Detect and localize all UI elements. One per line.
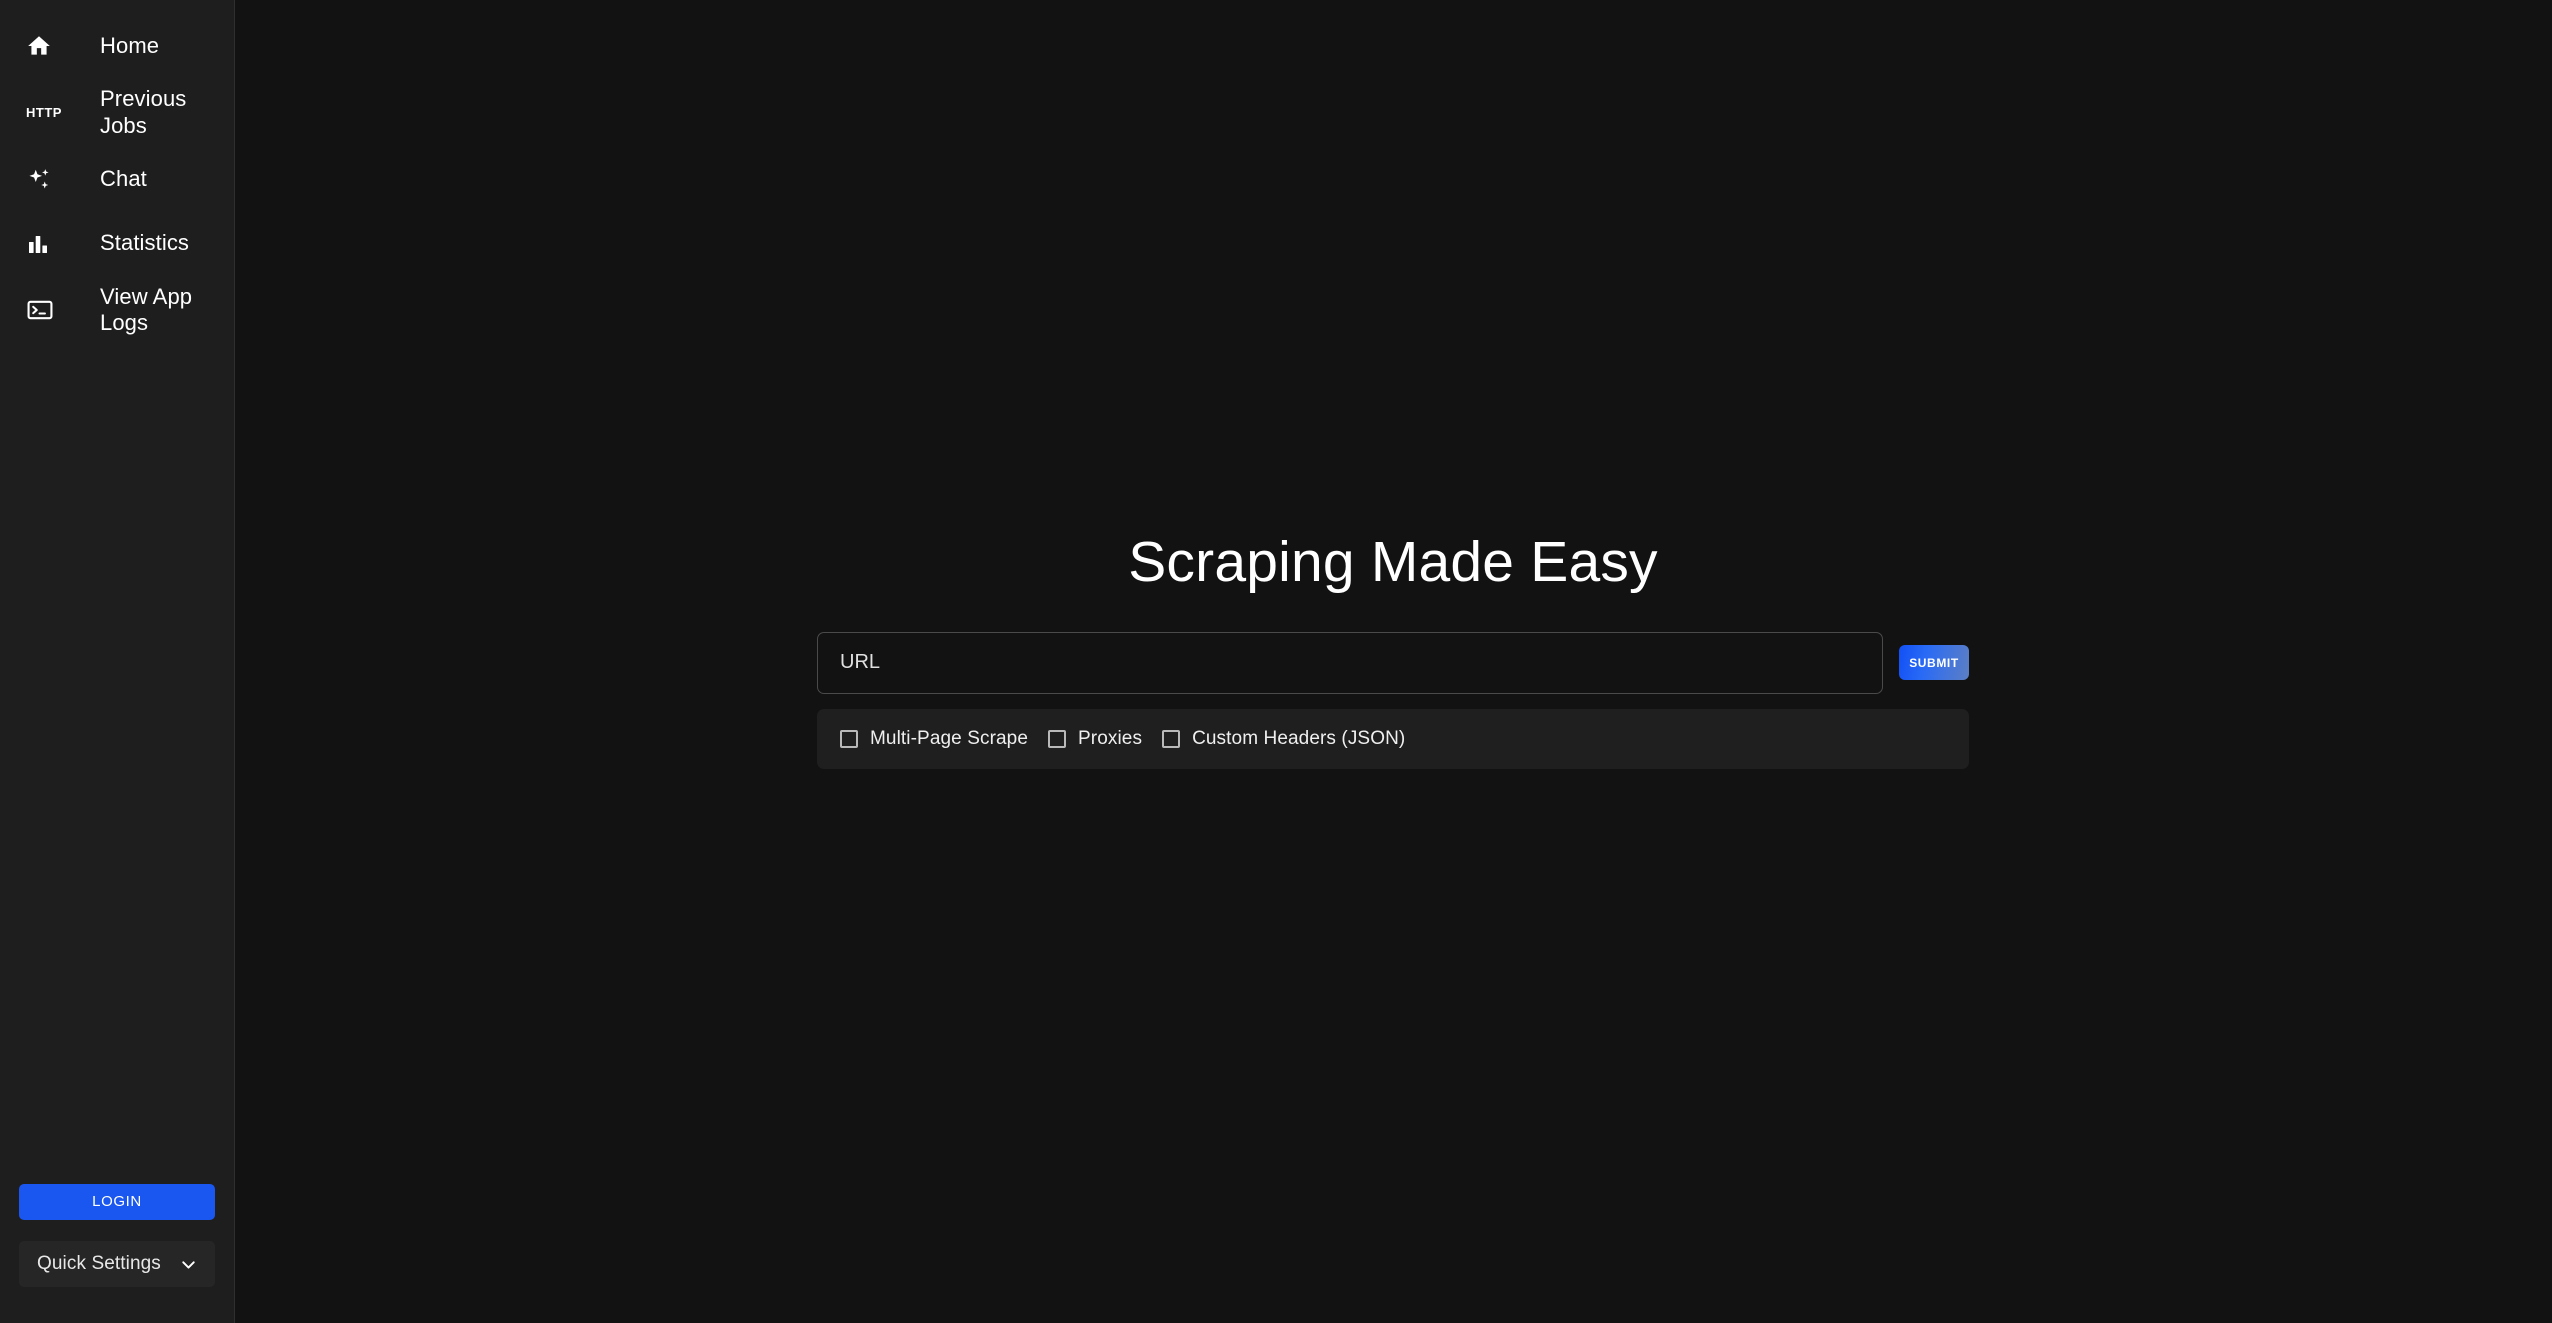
scrape-options-bar: Multi-Page Scrape Proxies Custom Headers… (817, 708, 1969, 769)
hero-section: Scraping Made Easy SUBMIT Multi-Page Scr… (817, 530, 1969, 769)
home-icon (26, 33, 82, 59)
option-custom-headers[interactable]: Custom Headers (JSON) (1152, 728, 1415, 750)
http-icon-text: HTTP (26, 105, 62, 121)
sidebar-item-label: Previous Jobs (100, 86, 187, 138)
sparkles-icon (26, 167, 82, 193)
login-button[interactable]: LOGIN (19, 1184, 215, 1220)
option-proxies[interactable]: Proxies (1038, 728, 1152, 750)
checkbox-multi-page-scrape[interactable] (840, 729, 858, 748)
sidebar-item-label: Chat (100, 166, 147, 192)
sidebar: Home HTTP Previous Jobs Chat Statistics … (0, 0, 235, 1323)
url-input[interactable] (817, 631, 1883, 694)
quick-settings-label: Quick Settings (37, 1253, 161, 1274)
checkbox-proxies[interactable] (1048, 729, 1066, 748)
checkbox-custom-headers[interactable] (1162, 729, 1181, 748)
sidebar-nav-list: Home HTTP Previous Jobs Chat Statistics … (0, 0, 234, 345)
sidebar-item-label: Home (100, 32, 160, 58)
sidebar-item-label: View App Logs (100, 283, 193, 336)
bar-chart-icon (26, 232, 82, 256)
app-root: Home HTTP Previous Jobs Chat Statistics … (0, 0, 2552, 1323)
terminal-icon (26, 296, 82, 324)
sidebar-item-view-app-logs[interactable]: View App Logs (0, 276, 234, 346)
option-label: Multi-Page Scrape (870, 727, 1028, 749)
option-label: Proxies (1078, 727, 1143, 749)
sidebar-item-statistics[interactable]: Statistics (0, 212, 234, 276)
page-title: Scraping Made Easy (1128, 530, 1658, 594)
sidebar-item-label: Statistics (100, 230, 190, 256)
submit-button[interactable]: SUBMIT (1899, 645, 1969, 681)
sidebar-item-previous-jobs[interactable]: HTTP Previous Jobs (0, 78, 234, 148)
chevron-down-icon[interactable] (178, 1254, 199, 1275)
sidebar-bottom-section: LOGIN Quick Settings (0, 1184, 234, 1323)
quick-settings-toggle[interactable]: Quick Settings (19, 1241, 215, 1287)
url-submit-row: SUBMIT (817, 631, 1969, 694)
http-icon: HTTP (26, 106, 82, 119)
main-content: Scraping Made Easy SUBMIT Multi-Page Scr… (235, 0, 2552, 1323)
option-multi-page-scrape[interactable]: Multi-Page Scrape (830, 728, 1038, 750)
option-label: Custom Headers (JSON) (1192, 727, 1406, 749)
sidebar-item-chat[interactable]: Chat (0, 148, 234, 212)
sidebar-item-home[interactable]: Home (0, 14, 234, 78)
